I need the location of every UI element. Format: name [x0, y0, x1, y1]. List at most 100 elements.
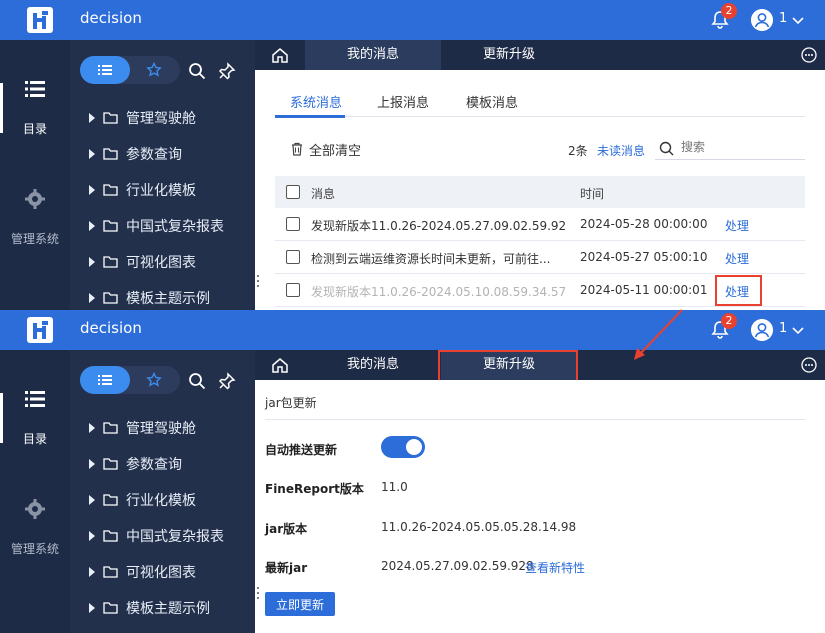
user-name[interactable]: 1: [779, 321, 787, 336]
folder-icon: [103, 530, 118, 542]
more-icon[interactable]: [801, 47, 817, 63]
tree-item[interactable]: 中国式复杂报表: [70, 212, 255, 240]
trash-icon[interactable]: [290, 142, 304, 156]
avatar[interactable]: [751, 319, 773, 341]
annotation-arrow: [634, 309, 683, 360]
tree-item-label: 中国式复杂报表: [126, 529, 224, 545]
select-all-checkbox[interactable]: [286, 185, 300, 199]
star-icon[interactable]: [146, 62, 162, 78]
folder-icon: [103, 256, 118, 268]
app-title: decision: [80, 9, 142, 27]
left-rail: 目录 管理系统: [0, 40, 70, 310]
tree-item[interactable]: 行业化模板: [70, 176, 255, 204]
pin-icon[interactable]: [218, 62, 236, 80]
table-row[interactable]: 发现新版本11.0.26-2024.05.27.09.02.59.928... …: [275, 208, 805, 241]
tree-panel: 管理驾驶舱 参数查询 行业化模板 中国式复杂报表 可视化图表 模板主题示例: [70, 40, 255, 310]
tree-item-label: 参数查询: [126, 147, 182, 163]
tree-item[interactable]: 中国式复杂报表: [70, 522, 255, 550]
row-message[interactable]: 发现新版本11.0.26-2024.05.10.08.59.34.577...: [311, 283, 566, 300]
pin-icon[interactable]: [218, 372, 236, 390]
caret-right-icon: [89, 531, 95, 541]
home-icon[interactable]: [255, 40, 305, 70]
tree-item[interactable]: 参数查询: [70, 450, 255, 478]
caret-right-icon: [89, 293, 95, 303]
more-icon[interactable]: [801, 357, 817, 373]
tree-item-label: 可视化图表: [126, 255, 196, 271]
folder-icon: [103, 148, 118, 160]
rail-catalog[interactable]: 目录: [0, 68, 70, 148]
tree-panel: 管理驾驶舱 参数查询 行业化模板 中国式复杂报表 可视化图表 模板主题示例: [70, 350, 255, 633]
folder-icon: [103, 184, 118, 196]
tree-item[interactable]: 可视化图表: [70, 248, 255, 276]
process-link[interactable]: 处理: [725, 217, 749, 234]
row-checkbox[interactable]: [286, 283, 300, 297]
user-name[interactable]: 1: [779, 11, 787, 26]
tree-item-label: 中国式复杂报表: [126, 219, 224, 235]
view-toggle[interactable]: [80, 366, 180, 394]
tab-messages[interactable]: 我的消息: [305, 40, 441, 70]
chevron-down-icon[interactable]: [791, 13, 805, 27]
resize-handle[interactable]: [256, 586, 260, 600]
list-icon: [25, 81, 45, 97]
auto-push-toggle[interactable]: [381, 436, 425, 458]
tree-item[interactable]: 管理驾驶舱: [70, 414, 255, 442]
table-row[interactable]: 检测到云端运维资源长时间未更新，可前往... 2024-05-27 05:00:…: [275, 241, 805, 274]
rail-manage[interactable]: 管理系统: [0, 488, 70, 568]
tree-item[interactable]: 模板主题示例: [70, 594, 255, 622]
star-icon[interactable]: [146, 372, 162, 388]
home-icon[interactable]: [255, 350, 305, 380]
subtab-template[interactable]: 模板消息: [466, 92, 518, 111]
tree-item[interactable]: 可视化图表: [70, 558, 255, 586]
process-link[interactable]: 处理: [725, 250, 749, 267]
update-now-button[interactable]: 立即更新: [265, 592, 335, 616]
subtab-system[interactable]: 系统消息: [290, 92, 342, 111]
jar-version-label: jar版本: [265, 522, 308, 536]
list-icon: [25, 391, 45, 407]
tree-item[interactable]: 参数查询: [70, 140, 255, 168]
chevron-down-icon[interactable]: [791, 323, 805, 337]
tree-item[interactable]: 行业化模板: [70, 486, 255, 514]
search-icon[interactable]: [188, 62, 206, 80]
caret-right-icon: [89, 603, 95, 613]
row-checkbox[interactable]: [286, 217, 300, 231]
row-message[interactable]: 发现新版本11.0.26-2024.05.27.09.02.59.928...: [311, 217, 566, 234]
app-logo: [27, 7, 53, 33]
tree-item-label: 管理驾驶舱: [126, 111, 196, 127]
notification-badge: 2: [721, 3, 737, 19]
subtab-report[interactable]: 上报消息: [377, 92, 429, 111]
tree-item-label: 模板主题示例: [126, 601, 210, 617]
tree-item[interactable]: 管理驾驶舱: [70, 104, 255, 132]
tree-item[interactable]: 模板主题示例: [70, 284, 255, 310]
rail-manage[interactable]: 管理系统: [0, 178, 70, 258]
rail-catalog-label: 目录: [22, 432, 47, 446]
section-title: jar包更新: [265, 396, 317, 410]
notification-badge: 2: [721, 313, 737, 329]
tab-messages[interactable]: 我的消息: [305, 350, 441, 380]
row-time: 2024-05-28 00:00:00: [580, 217, 708, 231]
search-box[interactable]: [655, 136, 805, 160]
latest-jar-value: 2024.05.27.09.02.59.928: [381, 559, 534, 573]
caret-right-icon: [89, 113, 95, 123]
search-icon[interactable]: [188, 372, 206, 390]
rail-catalog-label: 目录: [22, 122, 47, 136]
row-message[interactable]: 检测到云端运维资源长时间未更新，可前往...: [311, 250, 566, 267]
rail-catalog[interactable]: 目录: [0, 378, 70, 458]
caret-right-icon: [89, 221, 95, 231]
folder-icon: [103, 292, 118, 304]
message-count: 2条: [568, 144, 588, 158]
highlight-box-update-tab: [438, 350, 578, 382]
subtab-divider: [275, 116, 805, 117]
unread-filter-link[interactable]: 未读消息: [597, 142, 645, 159]
messages-panel: 系统消息 上报消息 模板消息 全部清空 2条 未读消息 消息 时间 发现新版本1…: [255, 70, 825, 310]
view-toggle[interactable]: [80, 56, 180, 84]
search-input[interactable]: [681, 138, 799, 156]
left-rail: 目录 管理系统: [0, 350, 70, 633]
avatar[interactable]: [751, 9, 773, 31]
caret-right-icon: [89, 185, 95, 195]
row-checkbox[interactable]: [286, 250, 300, 264]
tab-update[interactable]: 更新升级: [441, 40, 577, 70]
new-features-link[interactable]: 查看新特性: [525, 559, 585, 576]
clear-all-button[interactable]: 全部清空: [309, 140, 361, 159]
resize-handle[interactable]: [256, 274, 260, 288]
caret-right-icon: [89, 495, 95, 505]
